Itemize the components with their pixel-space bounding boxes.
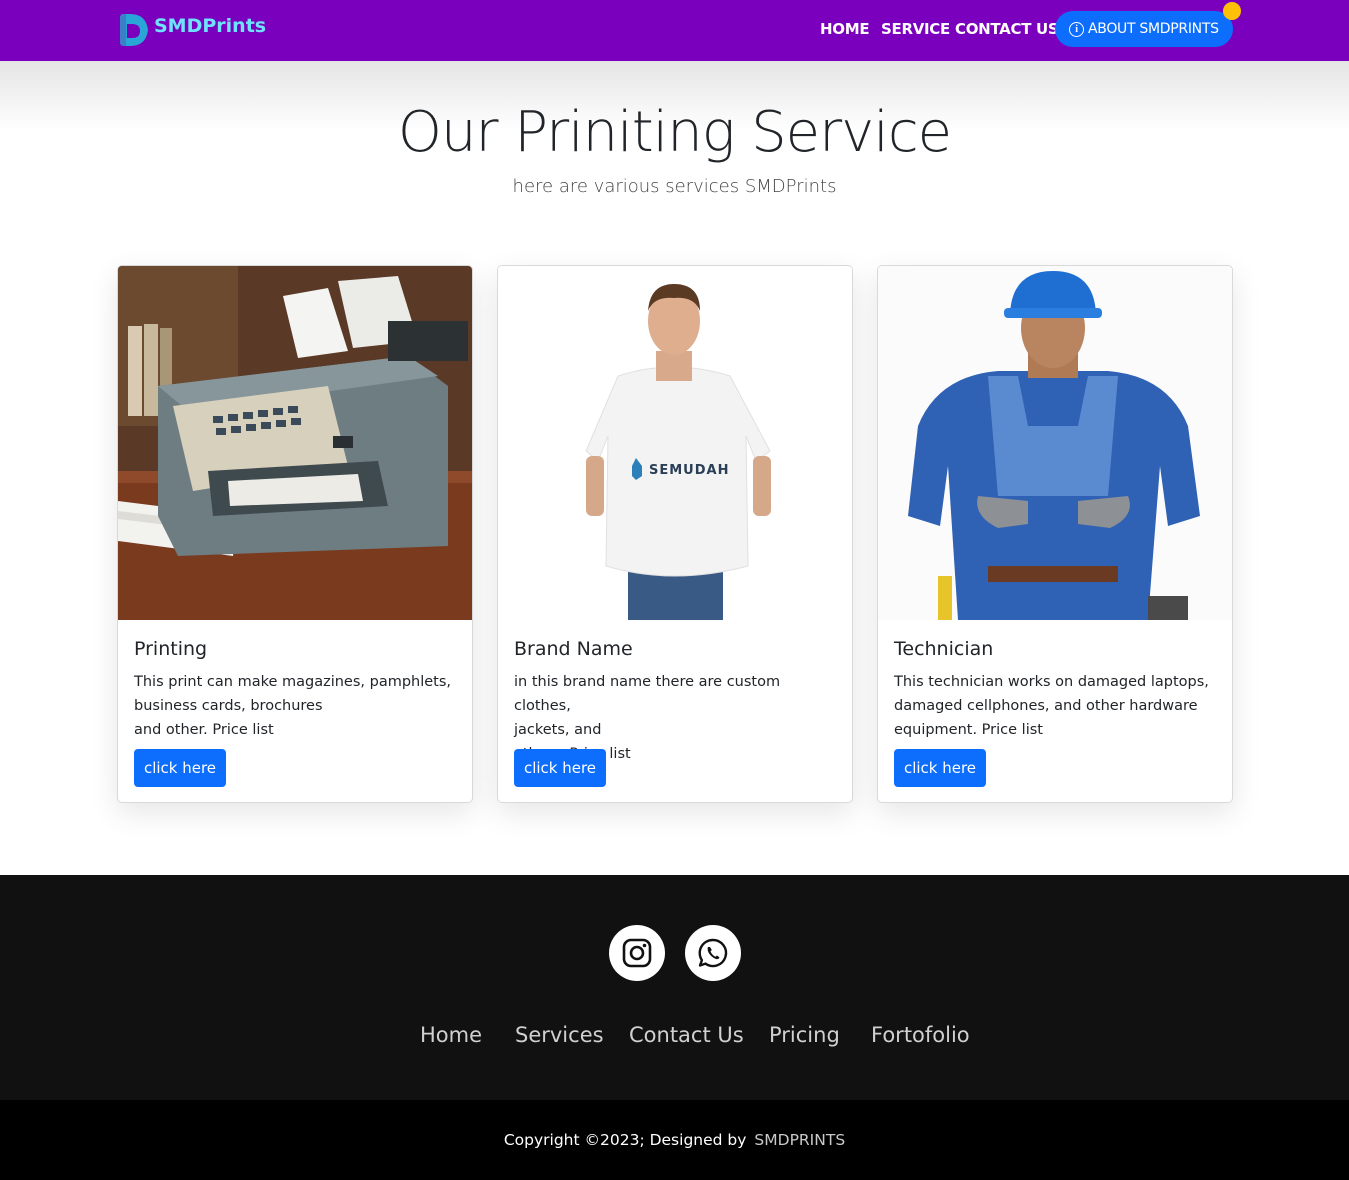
- footer-link-contact[interactable]: Contact Us: [629, 1023, 744, 1047]
- whatsapp-icon: [698, 938, 728, 968]
- footer-link-home[interactable]: Home: [420, 1023, 482, 1047]
- footer-link-services[interactable]: Services: [515, 1023, 604, 1047]
- click-here-button[interactable]: click here: [134, 749, 226, 787]
- service-card-brand-name: SEMUDAH Brand Name in this brand name th…: [497, 265, 853, 803]
- card-text-line: jackets, and: [514, 722, 602, 738]
- instagram-button[interactable]: [609, 925, 665, 981]
- nav-contact-link[interactable]: CONTACT US: [955, 20, 1059, 38]
- service-card-printing: Printing This print can make magazines, …: [117, 265, 473, 803]
- shirt-logo-text: SEMUDAH: [649, 463, 729, 478]
- nav-service-link[interactable]: SERVICE: [881, 20, 950, 38]
- page-title: Our Priniting Service: [397, 100, 952, 165]
- card-description: This print can make magazines, pamphlets…: [134, 670, 456, 742]
- footer-link-pricing[interactable]: Pricing: [769, 1023, 840, 1047]
- click-here-button[interactable]: click here: [514, 749, 606, 787]
- brand-logo-link[interactable]: SMDPrints: [116, 12, 266, 48]
- card-description: This technician works on damaged laptops…: [894, 670, 1216, 742]
- card-text-line: damaged cellphones, and other hardware: [894, 698, 1198, 714]
- service-card-technician: Technician This technician works on dama…: [877, 265, 1233, 803]
- card-text-line: in this brand name there are custom clot…: [514, 674, 781, 714]
- technician-photo: [878, 266, 1232, 620]
- whatsapp-button[interactable]: [685, 925, 741, 981]
- brand-name: SMDPrints: [154, 15, 267, 37]
- footer-link-portfolio[interactable]: Fortofolio: [871, 1023, 970, 1047]
- info-icon: i: [1069, 21, 1084, 37]
- navbar: SMDPrints HOME SERVICE CONTACT US i ABOU…: [0, 0, 1349, 61]
- card-title: Printing: [134, 638, 208, 660]
- copyright-brand-link[interactable]: SMDPRINTS: [754, 1131, 845, 1149]
- copyright-bar: Copyright ©2023; Designed by SMDPRINTS: [0, 1100, 1349, 1180]
- card-text-line: equipment. Price list: [894, 722, 1043, 738]
- card-title: Technician: [894, 638, 994, 660]
- notification-dot: [1223, 2, 1241, 20]
- card-text-line: business cards, brochures: [134, 698, 323, 714]
- about-button-label: ABOUT SMDPRINTS: [1088, 21, 1219, 37]
- nav-home-link[interactable]: HOME: [820, 20, 870, 38]
- page-subtitle: here are various services SMDPrints: [512, 176, 837, 197]
- copyright-text: Copyright ©2023; Designed by: [503, 1131, 747, 1149]
- click-here-button[interactable]: click here: [894, 749, 986, 787]
- instagram-icon: [622, 938, 652, 968]
- printer-photo: [118, 266, 472, 620]
- about-button[interactable]: i ABOUT SMDPRINTS: [1055, 11, 1233, 47]
- footer: Home Services Contact Us Pricing Fortofo…: [0, 875, 1349, 1100]
- card-text-line: This print can make magazines, pamphlets…: [134, 674, 452, 690]
- brand-logo-icon: [116, 12, 152, 48]
- card-title: Brand Name: [514, 638, 633, 660]
- tshirt-model-photo: SEMUDAH: [498, 266, 852, 620]
- card-text-line: and other. Price list: [134, 722, 274, 738]
- card-text-line: This technician works on damaged laptops…: [894, 674, 1209, 690]
